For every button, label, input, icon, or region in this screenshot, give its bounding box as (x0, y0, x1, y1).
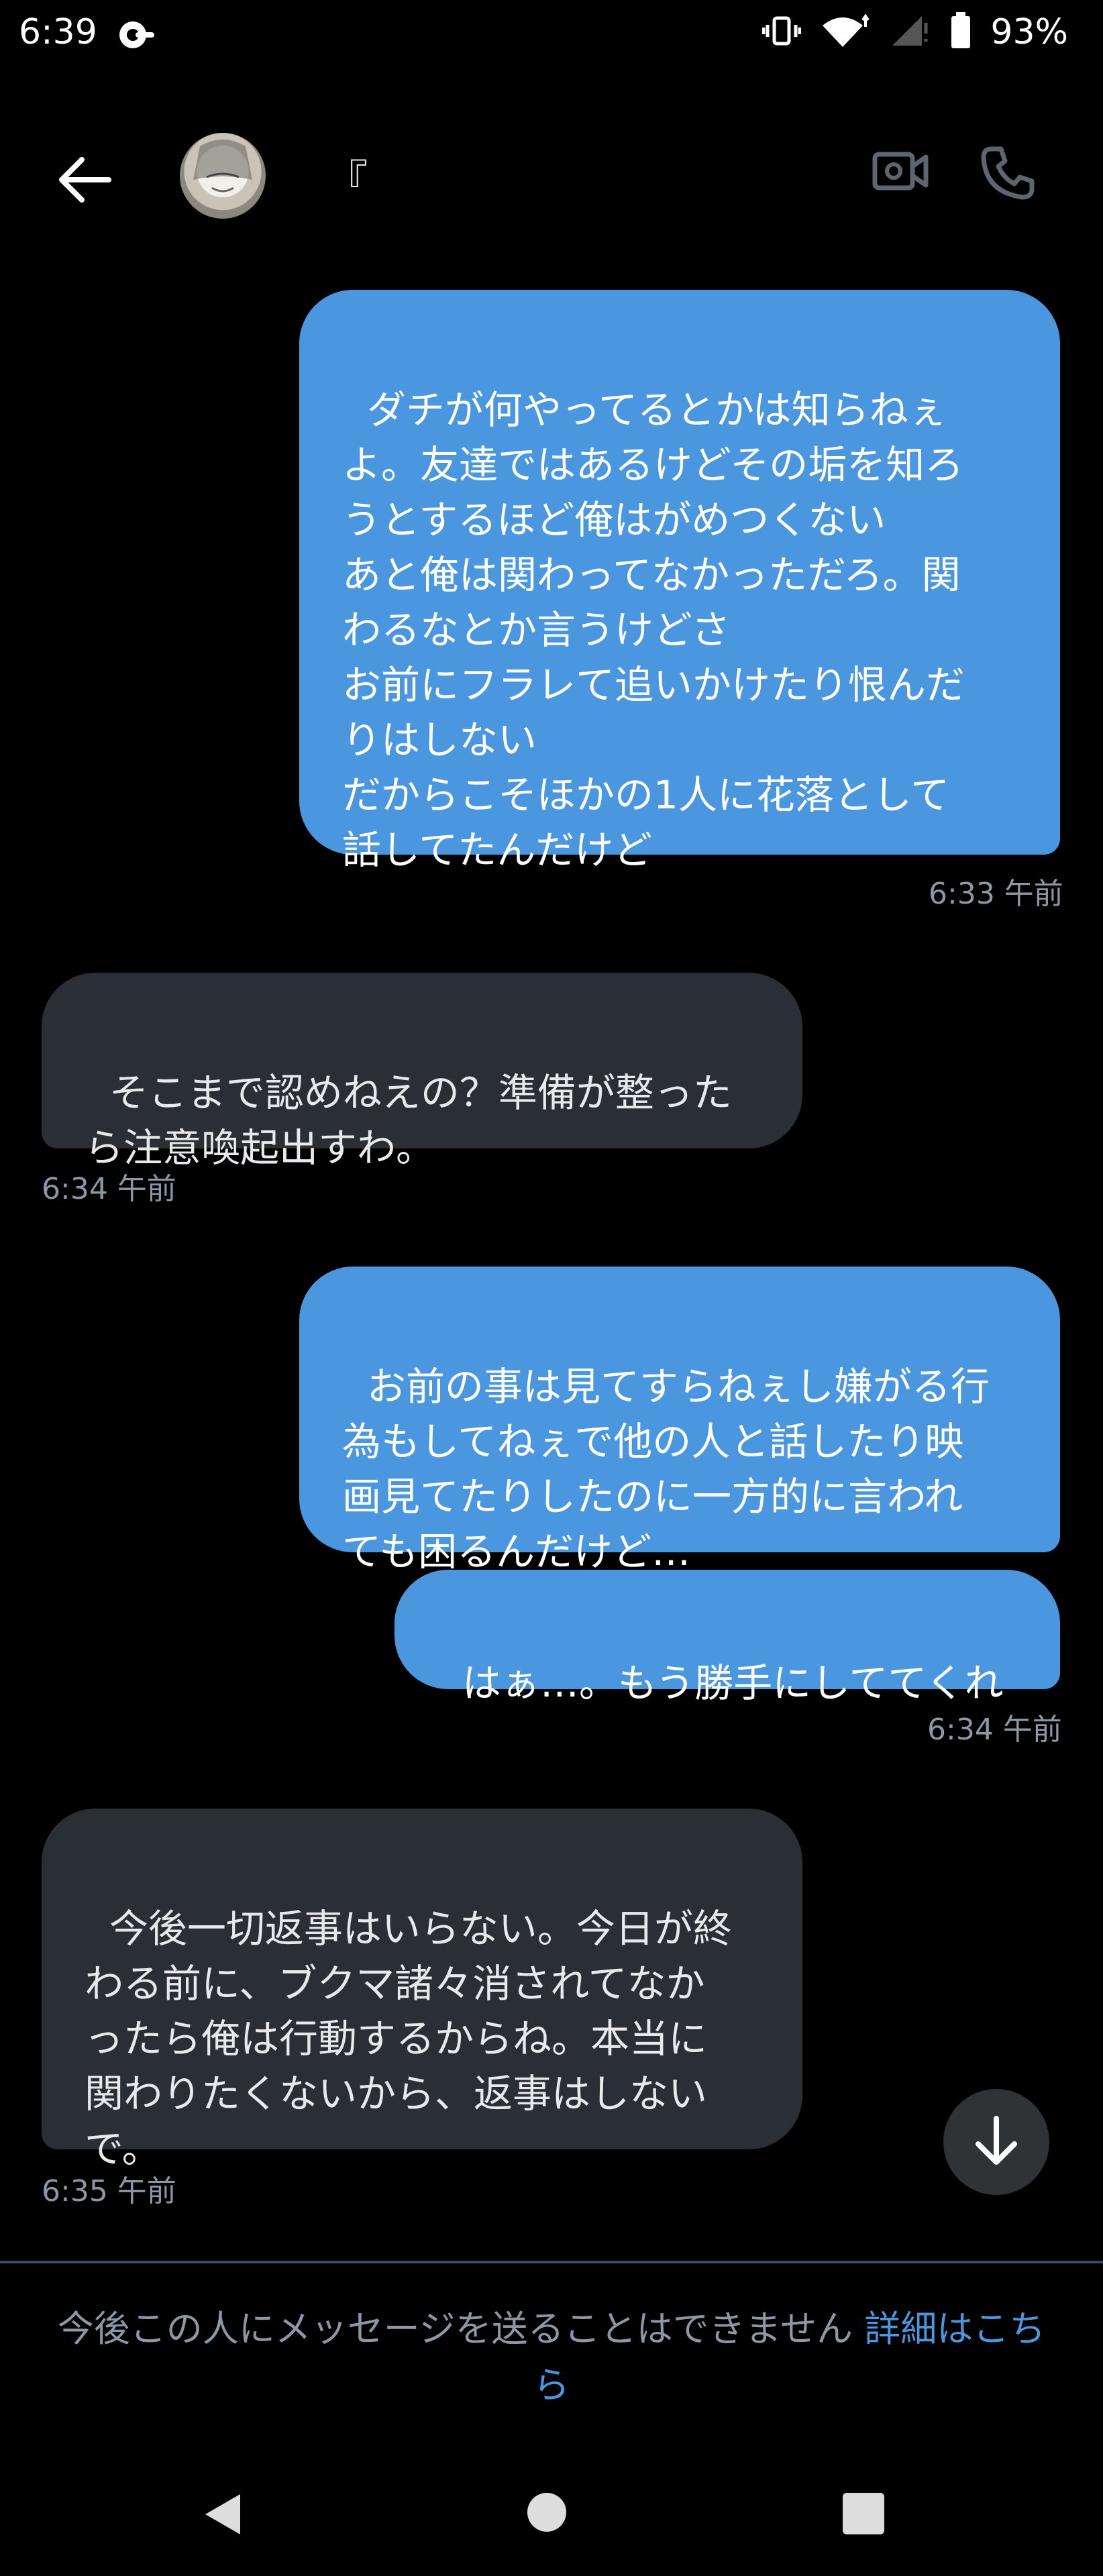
video-camera-icon[interactable] (872, 148, 929, 197)
notice-text: 今後この人にメッセージを送ることはできません (57, 2308, 865, 2350)
system-nav-bar (0, 2455, 1103, 2576)
message-text: お前の事は見てすらねぇし嫌がる行 為もしてねぇで他の人と話したり映 画見てたりし… (342, 1364, 990, 1574)
message-timestamp: 6:35 午前 (42, 2174, 176, 2208)
nfc-icon (118, 17, 156, 55)
nav-home-icon[interactable] (527, 2493, 566, 2532)
message-sent[interactable]: ダチが何やってるとかは知らねぇ よ。友達ではあるけどその垢を知ろ うとするほど俺… (299, 290, 1060, 873)
wifi-icon (820, 13, 871, 51)
signal-icon (890, 13, 931, 51)
message-received[interactable]: そこまで認めねえの？準備が整った ら注意喚起出すわ。 (42, 973, 802, 1171)
message-text: そこまで認めねえの？準備が整った ら注意喚起出すわ。 (85, 1070, 732, 1171)
conversation-name[interactable]: 『 (326, 146, 368, 207)
message-sent[interactable]: お前の事は見てすらねぇし嫌がる行 為もしてねぇで他の人と話したり映 画見てたりし… (299, 1267, 1060, 1574)
message-timestamp: 6:34 午前 (927, 1713, 1062, 1747)
message-text: ダチが何やってるとかは知らねぇ よ。友達ではあるけどその垢を知ろ うとするほど俺… (342, 387, 965, 873)
message-timestamp: 6:34 午前 (42, 1172, 176, 1206)
status-time: 6:39 (19, 12, 97, 52)
message-sent[interactable]: はぁ…。もう勝手にしててくれ (395, 1570, 1060, 1706)
nav-recents-icon[interactable] (843, 2493, 884, 2534)
message-received[interactable]: 今後一切返事はいらない。今日が終 わる前に、ブクマ諸々消されてなか ったら俺は行… (42, 1809, 802, 2171)
battery-icon (950, 12, 971, 52)
divider (0, 2261, 1103, 2263)
cannot-message-notice: 今後この人にメッセージを送ることはできません 詳細はこちら (47, 2301, 1056, 2414)
message-text: はぁ…。もう勝手にしててくれ (462, 1660, 1004, 1706)
battery-percent: 93% (990, 12, 1068, 52)
arrow-left-icon[interactable] (55, 153, 113, 207)
nav-back-icon[interactable] (201, 2491, 243, 2540)
scroll-to-bottom-button[interactable] (943, 2089, 1049, 2195)
arrow-down-icon (973, 2114, 1020, 2169)
status-right: 93% (761, 12, 1068, 52)
chat-header: 『 (0, 127, 1103, 228)
vibrate-icon (761, 14, 802, 50)
avatar[interactable] (180, 133, 266, 219)
message-timestamp: 6:33 午前 (929, 877, 1063, 911)
phone-icon[interactable] (980, 145, 1036, 204)
message-text: 今後一切返事はいらない。今日が終 わる前に、ブクマ諸々消されてなか ったら俺は行… (85, 1906, 732, 2171)
status-bar: 6:39 93% (0, 0, 1103, 74)
